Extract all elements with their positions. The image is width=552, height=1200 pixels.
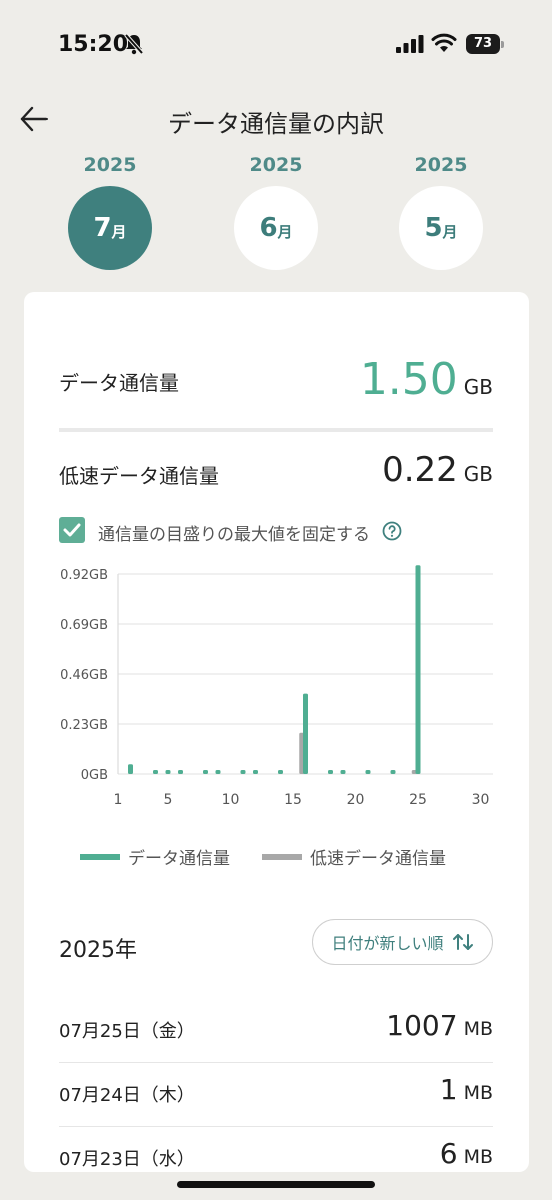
chart-bar-data xyxy=(303,693,308,774)
list-item-date: 07月25日（金） xyxy=(59,1021,195,1042)
x-tick-label: 5 xyxy=(164,792,173,808)
list-item-value: 6 MB xyxy=(440,1137,493,1170)
month-number: 7 xyxy=(93,213,112,243)
month-unit: 月 xyxy=(442,222,458,241)
y-tick-label: 0GB xyxy=(81,768,108,783)
status-time: 15:20 xyxy=(58,32,129,57)
chart-bar-data xyxy=(340,770,346,774)
month-year: 2025 xyxy=(414,154,468,176)
battery-level: 73 xyxy=(473,36,493,51)
month-year: 2025 xyxy=(249,154,303,176)
fix-scale-label[interactable]: 通信量の目盛りの最大値を固定する xyxy=(98,520,370,545)
list-item-date: 07月24日（木） xyxy=(59,1085,195,1106)
list-item-unit: MB xyxy=(463,1146,493,1168)
sort-order-label: 日付が新しい順 xyxy=(331,934,444,953)
low-speed-usage-value: 0.22 GB xyxy=(382,450,493,490)
wifi-icon xyxy=(431,33,457,52)
cellular-signal-icon xyxy=(396,35,424,53)
battery-icon: 73 xyxy=(466,34,504,54)
legend-label-low: 低速データ通信量 xyxy=(310,849,446,869)
legend-swatch-data xyxy=(80,853,120,860)
month-tab-july[interactable]: 2025 7 月 xyxy=(67,154,153,270)
checkmark-icon xyxy=(63,523,81,537)
month-circle[interactable]: 6 月 xyxy=(234,186,318,270)
list-year-heading: 2025年 xyxy=(59,938,137,963)
low-speed-usage-number: 0.22 xyxy=(382,450,458,490)
data-usage-label: データ通信量 xyxy=(59,371,179,395)
bell-muted-icon xyxy=(124,33,144,55)
chart-bar-data xyxy=(215,770,221,774)
chart-bar-data xyxy=(278,770,283,774)
month-unit: 月 xyxy=(111,222,127,241)
list-item-value: 1007 MB xyxy=(386,1009,493,1042)
legend-item-data: データ通信量 xyxy=(80,844,230,869)
month-number: 5 xyxy=(424,213,443,243)
chart-bar-data xyxy=(203,770,208,774)
page-title: データ通信量の内訳 xyxy=(168,110,384,138)
data-usage-unit: GB xyxy=(463,375,493,399)
y-tick-label: 0.46GB xyxy=(60,668,108,683)
month-unit: 月 xyxy=(277,222,293,241)
y-tick-label: 0.23GB xyxy=(60,718,108,733)
data-usage-value: 1.50 GB xyxy=(360,354,493,405)
month-tab-june[interactable]: 2025 6 月 xyxy=(233,154,319,270)
list-item-number: 1007 xyxy=(386,1009,458,1042)
chart-bar-data xyxy=(415,565,421,774)
chart-bar-data xyxy=(253,770,258,774)
list-item[interactable]: 07月23日（水） 6 MB xyxy=(59,1127,493,1172)
chart-bar-data xyxy=(165,770,171,774)
list-item-unit: MB xyxy=(463,1018,493,1040)
usage-card: データ通信量 1.50 GB 低速データ通信量 0.22 GB 通信量の目盛りの… xyxy=(24,292,529,1172)
chart-legend: データ通信量 低速データ通信量 xyxy=(80,844,478,869)
list-item-number: 1 xyxy=(439,1073,458,1106)
sort-arrows-icon xyxy=(452,934,473,950)
fix-scale-checkbox[interactable] xyxy=(59,517,85,543)
chart-bar-data xyxy=(153,770,158,774)
month-tab-may[interactable]: 2025 5 月 xyxy=(398,154,484,270)
chart-bar-data xyxy=(390,770,396,774)
x-tick-label: 30 xyxy=(472,792,490,808)
home-indicator[interactable] xyxy=(177,1181,375,1188)
low-speed-usage-unit: GB xyxy=(463,462,493,486)
daily-usage-chart: 0GB0.23GB0.46GB0.69GB0.92GB 1 5 10 15 20 25 30 xyxy=(60,565,493,808)
legend-swatch-low xyxy=(262,853,302,860)
chart-bar-data xyxy=(240,770,246,774)
y-tick-label: 0.92GB xyxy=(60,568,108,583)
x-tick-label: 10 xyxy=(222,792,240,808)
list-item[interactable]: 07月24日（木） 1 MB xyxy=(59,1063,493,1127)
y-tick-label: 0.69GB xyxy=(60,618,108,633)
list-item-number: 6 xyxy=(439,1137,458,1170)
low-speed-usage-label: 低速データ通信量 xyxy=(59,464,219,488)
help-icon[interactable] xyxy=(382,521,402,541)
list-item-date: 07月23日（水） xyxy=(59,1149,195,1170)
month-circle[interactable]: 5 月 xyxy=(399,186,483,270)
month-number: 6 xyxy=(259,213,278,243)
chart-bar-data xyxy=(328,770,333,774)
list-item[interactable]: 07月25日（金） 1007 MB xyxy=(59,999,493,1063)
chart-bar-data xyxy=(128,764,133,774)
x-tick-label: 15 xyxy=(284,792,302,808)
data-usage-number: 1.50 xyxy=(359,354,458,405)
legend-item-low: 低速データ通信量 xyxy=(262,844,446,869)
x-tick-label: 25 xyxy=(409,792,427,808)
legend-label-data: データ通信量 xyxy=(128,849,230,869)
list-item-value: 1 MB xyxy=(440,1073,493,1106)
x-tick-label: 1 xyxy=(114,792,123,808)
month-year: 2025 xyxy=(83,154,137,176)
list-item-unit: MB xyxy=(463,1082,493,1104)
divider xyxy=(59,428,493,432)
sort-order-button[interactable]: 日付が新しい順 xyxy=(312,919,493,965)
month-circle[interactable]: 7 月 xyxy=(68,186,152,270)
chart-bar-data xyxy=(178,770,183,774)
chart-bar-data xyxy=(365,770,371,774)
status-bar: 15:20 73 xyxy=(0,0,552,90)
x-tick-label: 20 xyxy=(347,792,365,808)
